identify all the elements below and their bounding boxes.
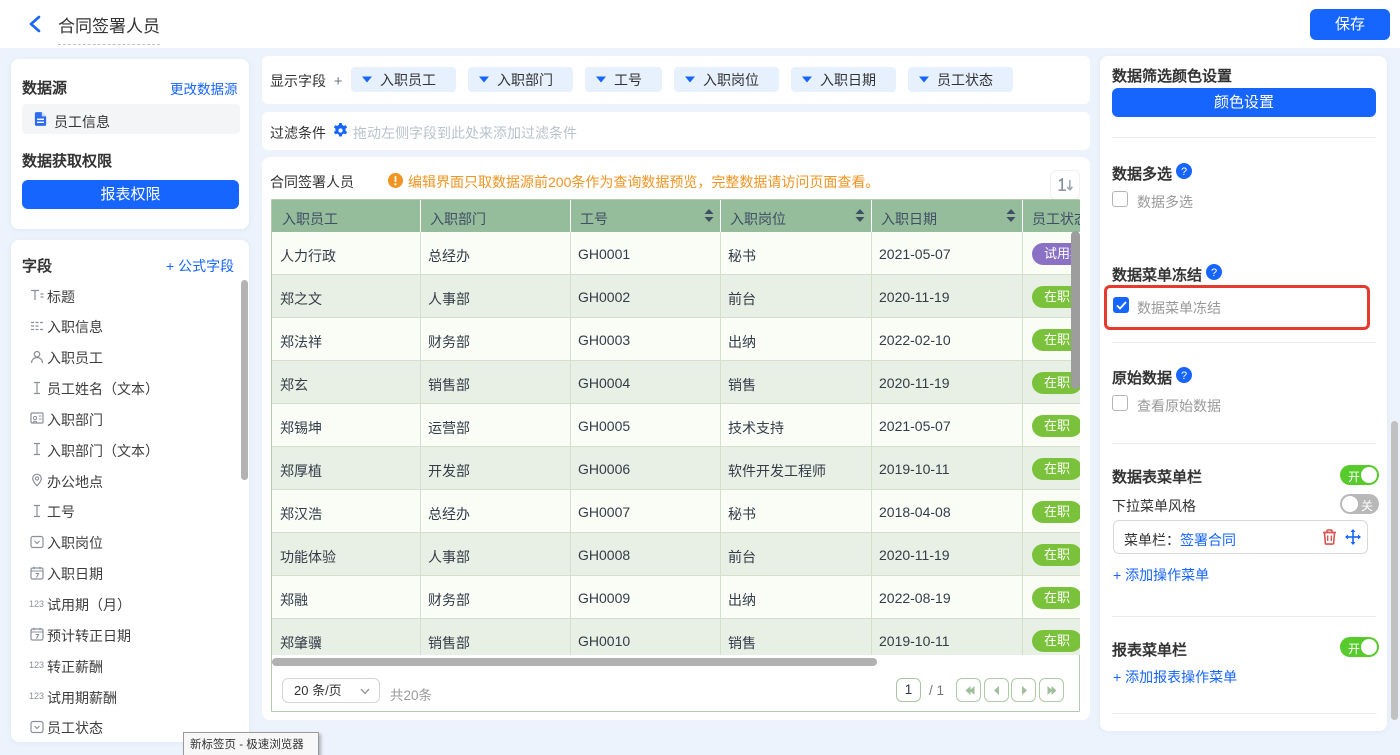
svg-text:?: ?: [1181, 370, 1187, 382]
svg-text:?: ?: [1211, 267, 1217, 279]
svg-text:?: ?: [1181, 166, 1187, 178]
